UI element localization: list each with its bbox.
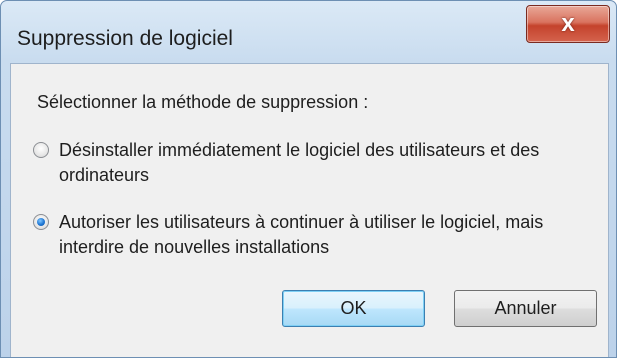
method-heading: Sélectionner la méthode de suppression : <box>37 92 369 112</box>
option-uninstall-label[interactable]: Désinstaller immédiatement le logiciel d… <box>59 138 599 188</box>
window-title: Suppression de logiciel <box>17 27 233 50</box>
radio-allow-continued-use[interactable] <box>33 214 49 230</box>
cancel-button[interactable]: Annuler <box>454 290 597 327</box>
close-button[interactable]: x <box>526 5 610 43</box>
dialog-content: Sélectionner la méthode de suppression :… <box>10 63 609 357</box>
radio-selected-dot <box>37 218 45 226</box>
title-bar[interactable]: Suppression de logiciel x <box>1 1 616 63</box>
radio-uninstall-immediately[interactable] <box>33 142 49 158</box>
option-allow-label[interactable]: Autoriser les utilisateurs à continuer à… <box>59 210 599 260</box>
close-icon: x <box>561 10 575 37</box>
dialog-window: Suppression de logiciel x Sélectionner l… <box>0 0 617 358</box>
ok-button[interactable]: OK <box>282 290 425 327</box>
